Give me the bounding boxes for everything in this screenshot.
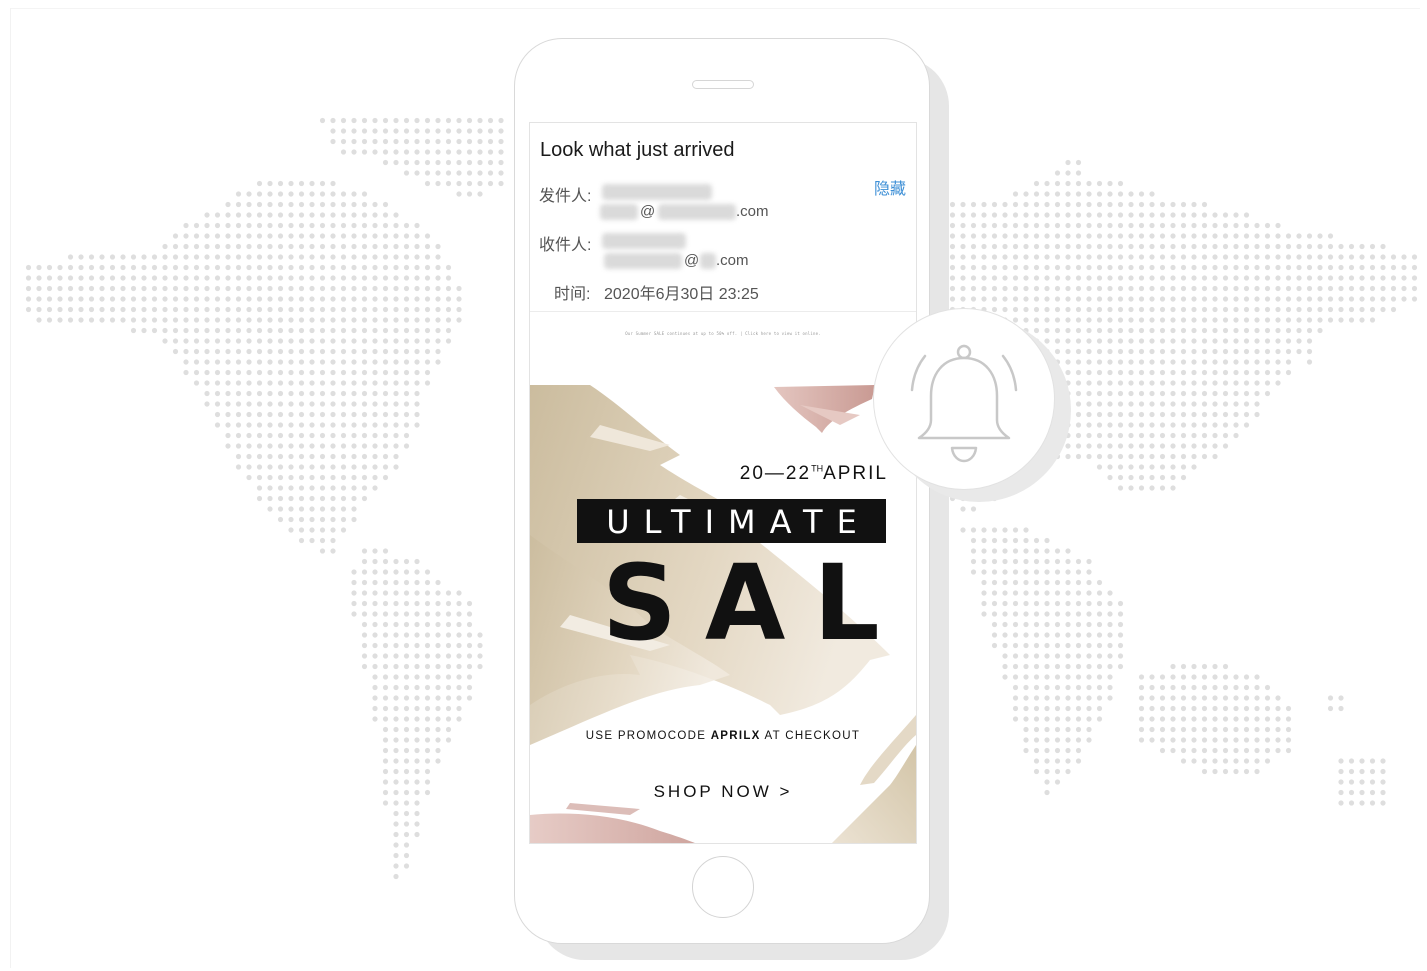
sender-domain-suffix: .com xyxy=(736,203,769,220)
bell-icon xyxy=(910,344,1018,463)
recipient-user-redacted xyxy=(604,253,682,269)
sender-name-redacted xyxy=(602,184,712,200)
email-preheader[interactable]: Our Summer SALE continues at up to 50% o… xyxy=(530,331,916,336)
recipient-name-redacted xyxy=(602,233,686,249)
time-label: 时间: xyxy=(554,286,591,303)
phone-speaker xyxy=(692,80,754,89)
phone-home-button[interactable] xyxy=(692,856,754,918)
sale-banner[interactable]: 20—22THAPRIL ULTIMATE SALE USE PROMOCODE… xyxy=(530,385,916,843)
email-header: Look what just arrived 隐藏 发件人: @ .com 收件… xyxy=(530,123,916,312)
email-screen: Look what just arrived 隐藏 发件人: @ .com 收件… xyxy=(529,122,917,844)
stage: Look what just arrived 隐藏 发件人: @ .com 收件… xyxy=(0,0,1427,971)
sale-headline: SALE xyxy=(602,542,916,664)
sender-user-redacted xyxy=(600,204,638,220)
recipient-at: @ xyxy=(684,252,700,269)
recipient-domain-redacted xyxy=(700,253,716,269)
ultimate-text: ULTIMATE xyxy=(606,503,871,541)
sale-dates: 20—22THAPRIL xyxy=(739,463,888,484)
email-subject: Look what just arrived xyxy=(540,139,735,161)
recipient-domain-suffix: .com xyxy=(716,252,749,269)
to-label: 收件人: xyxy=(539,237,592,254)
hide-details-link[interactable]: 隐藏 xyxy=(874,175,906,199)
shop-now-link[interactable]: SHOP NOW > xyxy=(530,782,916,802)
promo-code-text: USE PROMOCODE APRILX AT CHECKOUT xyxy=(585,730,861,742)
from-label: 发件人: xyxy=(539,188,592,205)
time-value: 2020年6月30日 23:25 xyxy=(604,286,759,303)
sender-at: @ xyxy=(640,203,656,220)
sender-domain-redacted xyxy=(658,204,736,220)
